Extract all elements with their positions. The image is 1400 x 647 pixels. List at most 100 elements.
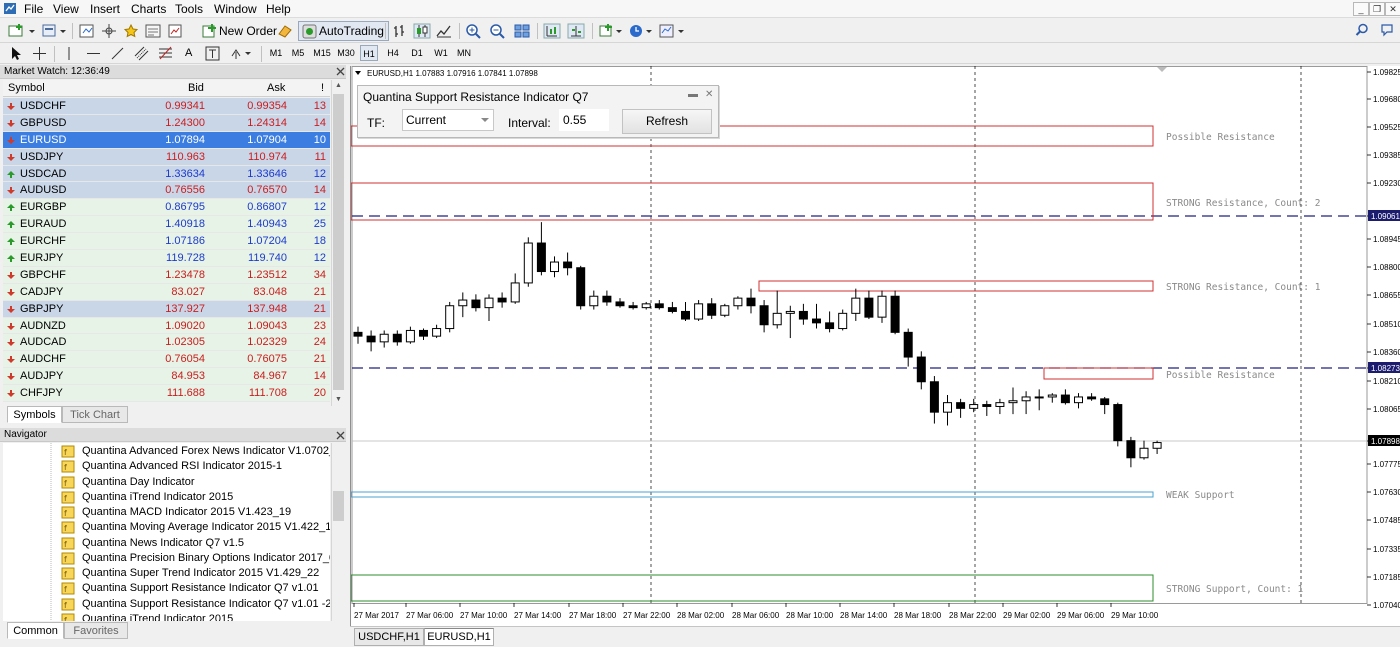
equidistant-channel-icon[interactable] <box>134 46 149 61</box>
terminal-button[interactable] <box>143 22 163 40</box>
timeframe-m1[interactable]: M1 <box>268 45 284 61</box>
arrows-icon[interactable] <box>230 46 254 61</box>
timeframe-h4[interactable]: H4 <box>384 45 402 61</box>
market-watch-row[interactable]: CHFJPY 111.688 111.708 20 <box>3 385 330 403</box>
arrow-up-icon <box>7 221 15 229</box>
market-watch-row[interactable]: AUDUSD 0.76556 0.76570 14 <box>3 182 330 200</box>
navigator-button[interactable] <box>121 22 141 40</box>
close-button[interactable]: ✕ <box>1385 2 1400 16</box>
tester-button[interactable] <box>165 22 185 40</box>
menu-tools[interactable]: Tools <box>175 2 203 16</box>
chart-tab-eurusd[interactable]: EURUSD,H1 <box>424 628 494 646</box>
tab-symbols[interactable]: Symbols <box>7 406 62 423</box>
bar-chart-button[interactable] <box>390 22 410 40</box>
tab-favorites[interactable]: Favorites <box>64 622 128 639</box>
market-watch-row[interactable]: EURJPY 119.728 119.740 12 <box>3 250 330 267</box>
timeframe-m5[interactable]: M5 <box>290 45 306 61</box>
panel-minimize-icon[interactable]: ▬ <box>688 89 698 100</box>
profiles-button[interactable] <box>40 22 68 40</box>
search-icon[interactable] <box>1355 23 1369 37</box>
timeframe-mn[interactable]: MN <box>455 45 473 61</box>
market-watch-row[interactable]: GBPUSD 1.24300 1.24314 14 <box>3 114 330 132</box>
restore-button[interactable]: ❐ <box>1369 2 1385 16</box>
menu-insert[interactable]: Insert <box>90 2 120 16</box>
market-watch-row[interactable]: USDCAD 1.33634 1.33646 12 <box>3 165 330 183</box>
new-order-button[interactable]: New Order <box>198 21 282 41</box>
timeframe-d1[interactable]: D1 <box>408 45 426 61</box>
templates-button[interactable] <box>657 22 687 40</box>
market-watch-button[interactable] <box>77 22 97 40</box>
panel-close-icon[interactable]: ✕ <box>705 89 713 100</box>
market-watch-row[interactable]: EURUSD 1.07894 1.07904 10 <box>3 131 330 149</box>
scroll-thumb[interactable] <box>333 94 344 390</box>
text-label-icon[interactable] <box>205 46 220 61</box>
column-ask[interactable]: Ask <box>267 80 285 97</box>
market-watch-scrollbar[interactable]: ▲ ▼ <box>331 80 344 406</box>
candle-body <box>523 242 533 284</box>
market-watch-row[interactable]: GBPCHF 1.23478 1.23512 34 <box>3 266 330 284</box>
fibonacci-icon[interactable] <box>158 46 173 61</box>
interval-input[interactable]: 0.55 <box>559 109 609 131</box>
timeframe-w1[interactable]: W1 <box>432 45 450 61</box>
timeframe-m15[interactable]: M15 <box>312 45 332 61</box>
metaeditor-button[interactable] <box>275 22 295 40</box>
market-watch-row[interactable]: EURGBP 0.86795 0.86807 12 <box>3 199 330 217</box>
tab-tick-chart[interactable]: Tick Chart <box>62 406 128 423</box>
periods-button[interactable] <box>627 22 655 40</box>
tf-select[interactable]: Current <box>402 109 494 131</box>
indicators-button[interactable] <box>597 22 625 40</box>
chart-tab-usdchf[interactable]: USDCHF,H1 <box>354 628 424 646</box>
menu-charts[interactable]: Charts <box>131 2 166 16</box>
sr-zone-label: STRONG Resistance, Count: 2 <box>1166 198 1320 209</box>
market-watch-row[interactable]: EURCHF 1.07186 1.07204 18 <box>3 233 330 251</box>
trendline-icon[interactable] <box>110 46 125 61</box>
zoom-out-button[interactable] <box>488 22 508 40</box>
menu-help[interactable]: Help <box>266 2 291 16</box>
scroll-thumb[interactable] <box>333 491 344 521</box>
menu-file[interactable]: File <box>24 2 43 16</box>
new-chart-button[interactable] <box>6 22 38 40</box>
autoscroll-button[interactable] <box>566 22 586 40</box>
text-tool-icon[interactable]: A <box>185 47 192 59</box>
horizontal-line-icon[interactable] <box>86 46 101 61</box>
crosshair-icon[interactable] <box>32 46 47 61</box>
refresh-button[interactable]: Refresh <box>622 109 712 134</box>
navigator-close-icon[interactable] <box>335 430 346 441</box>
time-label: 27 Mar 2017 <box>354 611 399 620</box>
vertical-line-icon[interactable] <box>64 46 74 61</box>
scroll-up-icon[interactable]: ▲ <box>332 80 345 92</box>
market-watch-row[interactable]: CADJPY 83.027 83.048 21 <box>3 283 330 301</box>
minimize-button[interactable]: _ <box>1353 2 1369 16</box>
chart-window[interactable]: EURUSD,H1 1.07883 1.07916 1.07841 1.0789… <box>350 66 1400 626</box>
tab-common[interactable]: Common <box>7 622 64 639</box>
market-watch-row[interactable]: EURAUD 1.40918 1.40943 25 <box>3 216 330 234</box>
market-watch-row[interactable]: AUDJPY 84.953 84.967 14 <box>3 368 330 386</box>
line-chart-button[interactable] <box>434 22 454 40</box>
menu-view[interactable]: View <box>53 2 79 16</box>
price-chart[interactable]: EURUSD,H1 1.07883 1.07916 1.07841 1.0789… <box>351 66 1400 626</box>
scroll-down-icon[interactable]: ▼ <box>332 394 345 406</box>
market-watch-row[interactable]: USDCHF 0.99341 0.99354 13 <box>3 98 330 115</box>
column-symbol[interactable]: Symbol <box>8 80 45 97</box>
tile-windows-button[interactable] <box>512 22 532 40</box>
menu-window[interactable]: Window <box>214 2 257 16</box>
market-watch-row[interactable]: AUDCAD 1.02305 1.02329 24 <box>3 334 330 352</box>
autotrading-button[interactable]: AutoTrading <box>298 21 389 41</box>
market-watch-row[interactable]: USDJPY 110.963 110.974 11 <box>3 148 330 166</box>
market-watch-row[interactable]: AUDCHF 0.76054 0.76075 21 <box>3 351 330 369</box>
zoom-in-button[interactable] <box>464 22 484 40</box>
column-spread[interactable]: ! <box>321 80 324 97</box>
chat-icon[interactable] <box>1380 23 1394 37</box>
column-bid[interactable]: Bid <box>188 80 204 97</box>
chart-shift-button[interactable] <box>542 22 562 40</box>
timeframe-m30[interactable]: M30 <box>336 45 356 61</box>
symbol-name: EURCHF <box>20 235 66 248</box>
data-window-button[interactable] <box>99 22 119 40</box>
market-watch-row[interactable]: GBPJPY 137.927 137.948 21 <box>3 300 330 318</box>
navigator-scrollbar[interactable] <box>331 443 344 621</box>
market-watch-row[interactable]: AUDNZD 1.09020 1.09043 23 <box>3 317 330 335</box>
timeframe-h1[interactable]: H1 <box>360 45 378 61</box>
cursor-icon[interactable] <box>9 46 23 61</box>
candlestick-chart-button[interactable] <box>412 22 432 40</box>
panel-close-icon[interactable] <box>335 66 346 77</box>
